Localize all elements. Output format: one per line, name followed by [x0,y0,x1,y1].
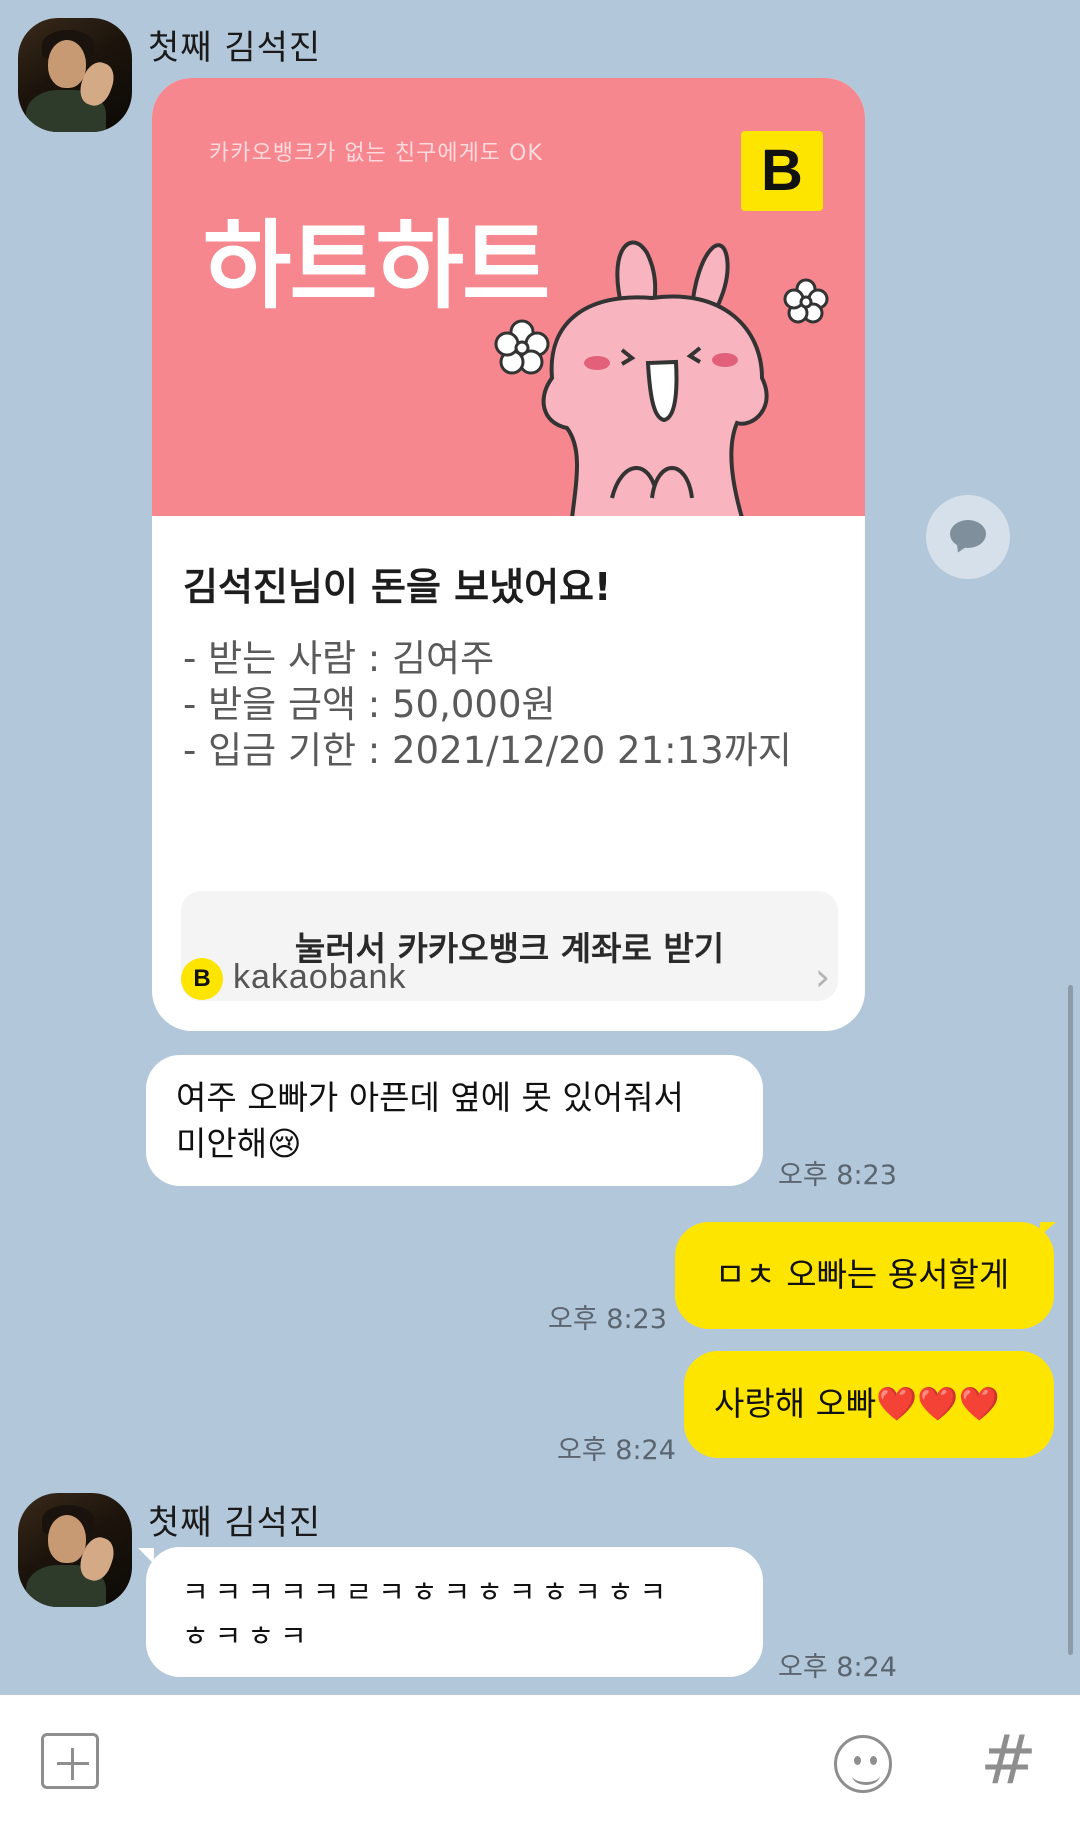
kakaobank-brand-text[interactable]: kakaobank [233,958,406,997]
sender-avatar[interactable] [18,18,132,132]
message-text-line: ㅎㅋㅎㅋ [182,1619,313,1653]
share-message-button[interactable] [926,495,1010,579]
message-input-bar: # [0,1695,1080,1839]
message-time: 오후 8:23 [778,1160,897,1191]
emoticon-icon[interactable] [834,1735,892,1793]
chat-scrollbar[interactable] [1068,985,1073,1655]
sent-message-bubble[interactable]: 사랑해 오빠❤️❤️❤️ [684,1351,1054,1458]
message-text-line: 미안해😢 [176,1124,302,1163]
card-deadline: - 입금 기한 : 2021/12/20 21:13까지 [183,729,792,772]
message-text-line: ㅋㅋㅋㅋㅋㄹㅋㅎㅋㅎㅋㅎㅋㅎㅋ [182,1575,673,1609]
card-headline: 김석진님이 돈을 보냈어요! [183,565,612,609]
plus-square-icon[interactable] [41,1733,99,1789]
sender-avatar[interactable] [18,1493,132,1607]
sender-name: 첫째 김석진 [148,1503,322,1543]
message-time: 오후 8:24 [557,1435,676,1466]
chevron-right-icon[interactable]: › [815,955,830,999]
kakaobank-brand-icon: B [181,958,223,1000]
message-time: 오후 8:24 [778,1652,897,1683]
message-time: 오후 8:23 [548,1304,667,1335]
rabbit-illustration [494,240,829,516]
kakaobank-transfer-card[interactable]: 카카오뱅크가 없는 친구에게도 OK 하트하트 B 김석진님이 돈을 보냈어요!… [152,78,865,1031]
message-text-line: 여주 오빠가 아픈데 옆에 못 있어줘서 [176,1078,684,1117]
flower-icon [783,278,829,324]
message-text: 사랑해 오빠❤️❤️❤️ [714,1384,1000,1423]
bubble-tail [1040,1222,1056,1236]
card-banner: 카카오뱅크가 없는 친구에게도 OK 하트하트 B [152,78,865,516]
received-message-bubble[interactable]: 여주 오빠가 아픈데 옆에 못 있어줘서 미안해😢 [146,1055,763,1186]
sender-name: 첫째 김석진 [148,28,322,68]
received-message-bubble[interactable]: ㅋㅋㅋㅋㅋㄹㅋㅎㅋㅎㅋㅎㅋㅎㅋ ㅎㅋㅎㅋ [146,1547,763,1677]
sent-message-bubble[interactable]: ㅁㅊ 오빠는 용서할게 [675,1222,1054,1329]
message-text: ㅁㅊ 오빠는 용서할게 [715,1255,1010,1294]
flower-icon [494,319,550,375]
hash-search-button[interactable]: # [974,1725,1037,1796]
